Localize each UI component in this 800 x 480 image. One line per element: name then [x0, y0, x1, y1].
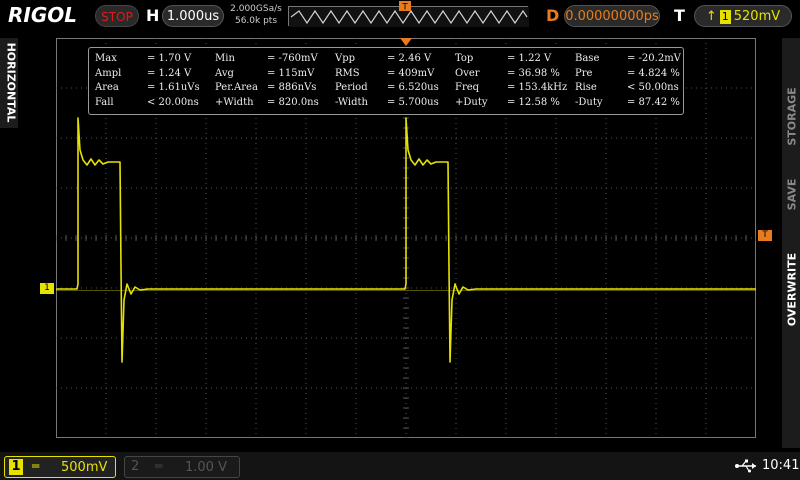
measurement-value: = 820.0ns [267, 96, 319, 108]
usb-icon [735, 459, 756, 473]
measurement-name: Period [335, 82, 368, 93]
measurement-value: < 50.00ns [627, 82, 679, 93]
measurement-name: Per.Area [215, 82, 258, 93]
save-tab[interactable]: SAVE [786, 155, 799, 235]
measurement-name: Base [575, 53, 600, 64]
measurement-name: RMS [335, 67, 360, 79]
measurement-value: = 5.700us [387, 96, 439, 108]
horizontal-tab[interactable]: HORIZONTAL [0, 38, 18, 128]
trigger-settings[interactable]: ↑ 1 520mV [694, 5, 792, 27]
overwrite-tab[interactable]: OVERWRITE [786, 250, 799, 330]
trigger-delay-value[interactable]: 0.00000000ps [564, 5, 660, 27]
bottom-channel-bar: 1 ═ 500mV 2 ═ 1.00 V 10:41 [0, 452, 800, 480]
measurement-value: = 36.98 % [507, 67, 560, 79]
ch2-vertical-scale: 1.00 V [185, 460, 227, 475]
trigger-label: T [674, 6, 685, 25]
measurement-value: = 4.824 % [627, 67, 680, 79]
measurement-name: Area [95, 82, 119, 93]
right-menu-panel: STORAGE SAVE OVERWRITE [782, 38, 800, 448]
measurement-name: Freq [455, 82, 480, 93]
measurement-name: Avg [215, 67, 234, 79]
trigger-source-badge: 1 [719, 10, 731, 24]
ch1-badge: 1 [9, 459, 23, 475]
measurement-name: Ampl [95, 67, 122, 79]
measurement-name: +Width [215, 96, 254, 108]
horizontal-label: H [146, 6, 160, 25]
delay-label: D [546, 6, 560, 25]
measurement-name: Max [95, 53, 117, 64]
rigol-logo: RIGOL [8, 3, 78, 27]
measurement-name: Pre [575, 67, 593, 79]
clock: 10:41 [762, 458, 800, 473]
acquisition-info: 2.000GSa/s 56.0k pts [228, 3, 284, 27]
measurement-value: = 2.46 V [387, 53, 432, 64]
sample-rate: 2.000GSa/s [230, 4, 282, 14]
measurement-value: = 1.70 V [147, 53, 192, 64]
measurement-value: = 1.61uVs [147, 82, 200, 93]
ch1-vertical-scale: 500mV [61, 460, 108, 475]
svg-text:T: T [401, 3, 408, 13]
measurement-value: = -760mV [267, 53, 318, 64]
storage-tab[interactable]: STORAGE [786, 77, 799, 157]
measurement-value: < 20.00ns [147, 96, 199, 108]
ch1-settings[interactable]: 1 ═ 500mV [4, 456, 116, 478]
measurement-name: Over [455, 67, 480, 79]
ch1-dc-coupling-icon: ═ [32, 459, 40, 473]
measurement-value: = 1.22 V [507, 53, 552, 64]
measurement-value: = 886nVs [267, 82, 317, 93]
top-status-bar: RIGOL STOP H 1.000us 2.000GSa/s 56.0k pt… [0, 0, 800, 32]
measurement-value: = 87.42 % [627, 96, 680, 108]
measurement-name: +Duty [455, 96, 488, 108]
measurement-value: = -20.2mV [627, 53, 681, 64]
trigger-level-marker[interactable]: T [758, 230, 772, 241]
ch2-dc-coupling-icon: ═ [155, 459, 163, 473]
ch2-badge: 2 [131, 459, 140, 474]
measurement-name: -Duty [575, 96, 603, 108]
measurement-value: = 6.520us [387, 82, 439, 93]
ch1-offset-marker[interactable]: 1 [40, 283, 54, 294]
measurement-value: = 12.58 % [507, 96, 560, 108]
measurement-name: Vpp [335, 53, 356, 64]
measurement-value: = 115mV [267, 67, 315, 79]
measurement-value: = 153.4kHz [507, 82, 568, 93]
measurement-value: = 409mV [387, 67, 435, 79]
run-stop-status[interactable]: STOP [95, 5, 139, 27]
rising-edge-icon: ↑ [705, 9, 717, 24]
trigger-level-value: 520mV [733, 9, 781, 24]
measurement-name: -Width [335, 96, 368, 108]
measurement-name: Fall [95, 96, 114, 108]
horizontal-tab-label: HORIZONTAL [4, 42, 18, 123]
measurement-name: Min [215, 53, 235, 64]
ch2-settings[interactable]: 2 ═ 1.00 V [124, 456, 240, 478]
measurement-value: = 1.24 V [147, 67, 192, 79]
timebase-value[interactable]: 1.000us [162, 5, 224, 27]
measurement-name: Rise [575, 82, 597, 93]
trigger-position-icon: T [399, 1, 411, 13]
measurement-panel: Max = 1.70 V Min = -760mV Vpp = 2.46 V Top = 1.… [88, 47, 684, 115]
measurement-name: Top [455, 53, 474, 64]
memory-depth: 56.0k pts [234, 16, 278, 26]
